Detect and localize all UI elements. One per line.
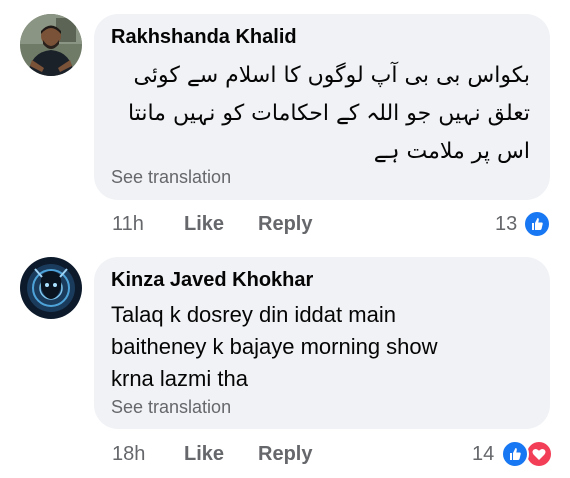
comment-timestamp[interactable]: 18h [112,443,145,466]
avatar-photo [20,257,82,319]
comment-bubble: Rakhshanda Khalid بکواس بی بی آپ لوگوں ک… [94,14,550,200]
like-button[interactable]: Like [184,443,224,466]
avatar-photo [20,14,82,76]
comment-author[interactable]: Rakhshanda Khalid [111,26,297,49]
like-button[interactable]: Like [184,213,224,236]
comment-timestamp[interactable]: 11h [112,213,144,236]
reaction-count[interactable]: 14 [472,443,494,466]
comment-text-line: اس پر ملامت ہے [373,139,530,164]
reply-button[interactable]: Reply [258,213,312,236]
see-translation-link[interactable]: See translation [111,397,231,418]
comment-actions: 11h Like Reply 13 [0,205,570,245]
comment-text-line: بکواس بی بی آپ لوگوں کا اسلام سے کوئی [133,63,530,88]
comment-text-line: Talaq k dosrey din iddat main [111,302,396,327]
see-translation-link[interactable]: See translation [111,167,231,188]
comment-text-line: krna lazmi tha [111,366,248,391]
comment-bubble: Kinza Javed Khokhar Talaq k dosrey din i… [94,257,550,429]
avatar[interactable] [20,257,82,319]
like-icon[interactable] [523,210,551,238]
love-icon[interactable] [525,440,553,468]
like-icon[interactable] [501,440,529,468]
comment-text-line: baitheney k bajaye morning show [111,334,438,359]
comment-actions: 18h Like Reply 14 [0,435,570,475]
comment-author[interactable]: Kinza Javed Khokhar [111,269,313,292]
comment-text-line: تعلق نہیں جو اللہ کے احکامات کو نہیں مان… [128,101,530,126]
avatar[interactable] [20,14,82,76]
reply-button[interactable]: Reply [258,443,312,466]
reaction-count[interactable]: 13 [495,213,517,236]
